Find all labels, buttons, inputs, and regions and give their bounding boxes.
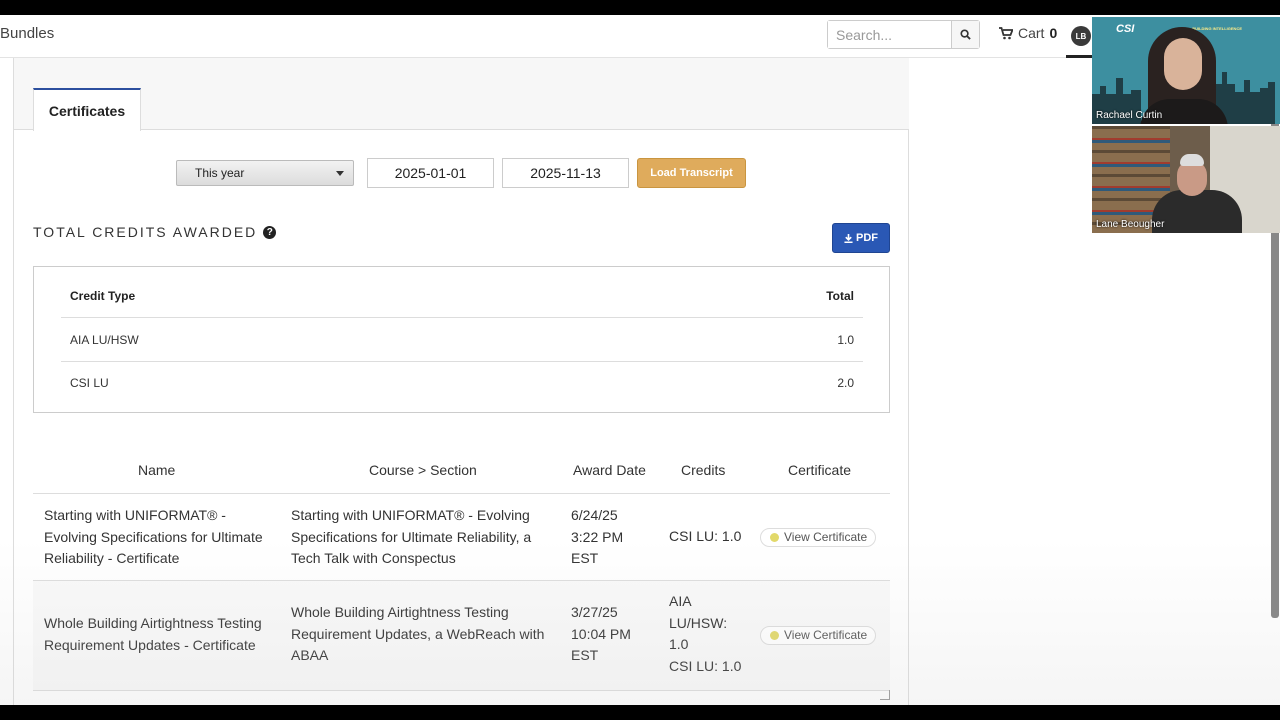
credits-line: AIA xyxy=(669,593,692,609)
credit-total-cell: 1.0 xyxy=(837,332,854,347)
certificate-name-cell: Starting with UNIFORMAT® - Evolving Spec… xyxy=(44,507,263,566)
credits-line: LU/HSW: xyxy=(669,614,728,631)
letterbox-bottom xyxy=(0,705,1280,720)
award-date-cell: 6/24/25 3:22 PM EST xyxy=(571,505,651,570)
course-section-cell: Whole Building Airtightness Testing Requ… xyxy=(291,604,545,663)
cart-link[interactable]: Cart 0 xyxy=(999,25,1057,41)
video-tile-participant-2: Lane Beougher xyxy=(1092,126,1280,233)
participant-2-name: Lane Beougher xyxy=(1096,219,1165,230)
video-tile-participant-1: CSI BUILDING INTELLIGENCE Rachael Curtin xyxy=(1092,17,1280,124)
participant-2-body xyxy=(1152,190,1242,233)
end-date-input[interactable]: 2025-11-13 xyxy=(502,158,629,188)
search-button[interactable] xyxy=(951,21,979,48)
date-range-select[interactable]: This year xyxy=(176,160,354,186)
pdf-download-button[interactable]: PDF xyxy=(832,223,890,253)
start-date-input[interactable]: 2025-01-01 xyxy=(367,158,494,188)
table-row: Starting with UNIFORMAT® - Evolving Spec… xyxy=(33,494,890,581)
caret-down-icon xyxy=(336,171,344,176)
date-range-value: This year xyxy=(195,166,245,180)
cart-count: 0 xyxy=(1049,25,1058,41)
search-box xyxy=(827,20,980,49)
credits-cell: AIA LU/HSW: 1.0 CSI LU: 1.0 xyxy=(669,591,759,677)
letterbox-top xyxy=(0,0,1280,15)
status-dot-icon xyxy=(770,631,779,640)
award-date-cell: 3/27/25 10:04 PM EST xyxy=(571,602,651,667)
tab-certificates[interactable]: Certificates xyxy=(33,88,141,131)
table-row: Whole Building Airtightness Testing Requ… xyxy=(33,581,890,691)
browser-viewport: Bundles Cart 0 LB Certificates This year… xyxy=(0,15,1280,705)
participant-1-face xyxy=(1164,38,1202,90)
credits-line: 1.0 xyxy=(669,636,689,652)
credit-type-cell: CSI LU xyxy=(70,376,109,390)
resize-grip-icon[interactable] xyxy=(880,690,890,700)
total-credits-title: TOTAL CREDITS AWARDED xyxy=(33,224,258,240)
top-navigation: Bundles Cart 0 LB xyxy=(0,15,1280,58)
view-certificate-button[interactable]: View Certificate xyxy=(760,626,877,645)
building-intelligence-logo: BUILDING INTELLIGENCE xyxy=(1192,26,1242,31)
transcript-panel: Certificates This year 2025-01-01 2025-1… xyxy=(13,58,909,705)
award-date-zone: EST xyxy=(571,550,599,566)
view-certificate-button[interactable]: View Certificate xyxy=(760,528,877,547)
column-credits[interactable]: Credits xyxy=(681,462,725,478)
award-date-zone: EST xyxy=(571,647,599,663)
column-certificate[interactable]: Certificate xyxy=(788,462,851,478)
column-total: Total xyxy=(826,288,854,303)
column-course-section[interactable]: Course > Section xyxy=(369,462,477,478)
view-certificate-label: View Certificate xyxy=(784,627,868,642)
participant-1-name: Rachael Curtin xyxy=(1096,110,1163,121)
credit-type-cell: AIA LU/HSW xyxy=(70,332,139,347)
load-transcript-button[interactable]: Load Transcript xyxy=(637,158,746,188)
user-avatar[interactable]: LB xyxy=(1071,26,1091,46)
credits-header-row: Credit Type Total xyxy=(61,274,863,318)
search-input[interactable] xyxy=(828,21,951,48)
credits-summary-table: Credit Type Total AIA LU/HSW 1.0 CSI LU … xyxy=(33,266,890,413)
table-row: CSI LU 2.0 xyxy=(61,361,863,405)
view-certificate-label: View Certificate xyxy=(784,529,868,544)
award-date-day: 6/24/25 xyxy=(571,507,618,523)
download-icon xyxy=(844,233,853,243)
certificate-name-cell: Whole Building Airtightness Testing Requ… xyxy=(44,615,262,653)
total-credits-heading: TOTAL CREDITS AWARDED ? xyxy=(33,224,277,240)
cart-icon xyxy=(999,26,1013,39)
tab-strip: Certificates xyxy=(14,58,909,131)
cart-label: Cart xyxy=(1018,25,1045,41)
column-award-date[interactable]: Award Date xyxy=(573,462,646,478)
award-date-time: 10:04 PM xyxy=(571,625,631,642)
credit-total-cell: 2.0 xyxy=(837,376,854,390)
column-credit-type: Credit Type xyxy=(70,288,136,303)
award-date-time: 3:22 PM xyxy=(571,528,624,545)
credits-line: CSI LU: 1.0 xyxy=(669,657,742,674)
credits-cell: CSI LU: 1.0 xyxy=(669,528,742,544)
nav-link-bundles[interactable]: Bundles xyxy=(0,25,54,42)
course-section-cell: Starting with UNIFORMAT® - Evolving Spec… xyxy=(291,507,532,566)
award-date-day: 3/27/25 xyxy=(571,604,618,620)
certificates-header-row: Name Course > Section Award Date Credits… xyxy=(33,448,890,494)
column-name[interactable]: Name xyxy=(138,462,175,478)
csi-logo: CSI xyxy=(1116,23,1135,35)
pdf-label: PDF xyxy=(856,232,878,244)
participant-2-hair xyxy=(1180,154,1204,166)
status-dot-icon xyxy=(770,533,779,542)
search-icon xyxy=(960,29,971,40)
table-row: AIA LU/HSW 1.0 xyxy=(61,318,863,362)
help-icon[interactable]: ? xyxy=(263,225,277,239)
